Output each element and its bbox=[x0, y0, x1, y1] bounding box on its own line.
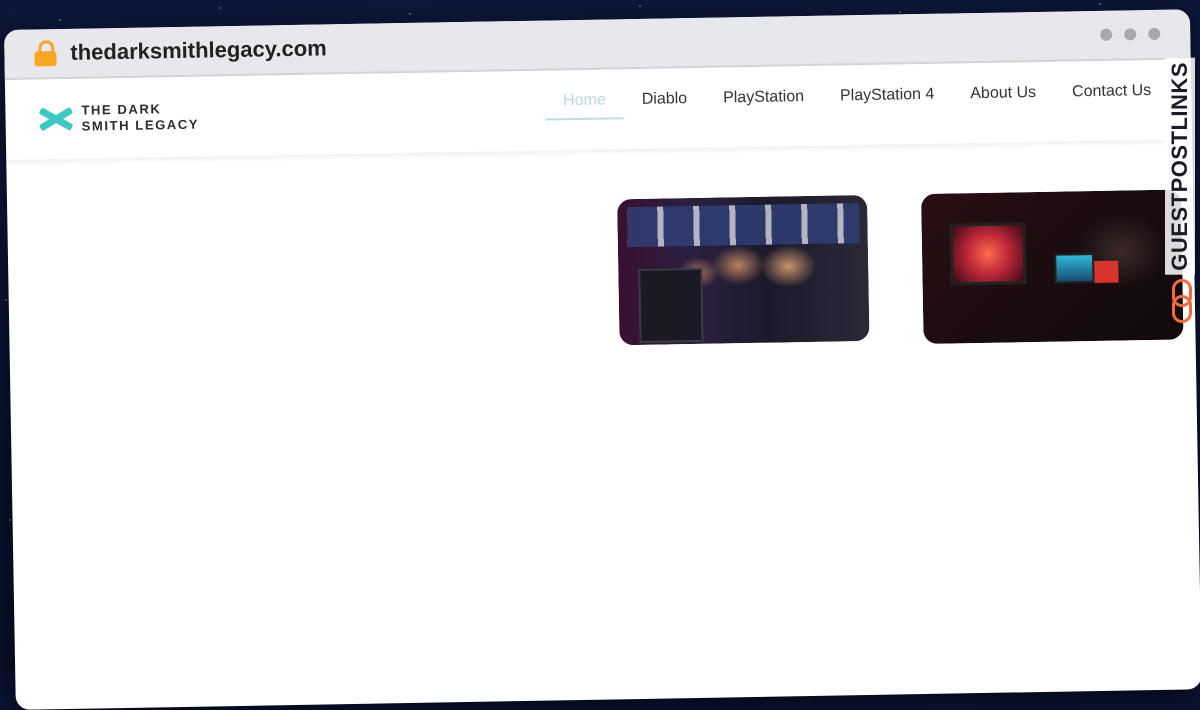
window-control-dot[interactable] bbox=[1100, 28, 1113, 41]
window-controls bbox=[1100, 27, 1161, 41]
window-control-dot[interactable] bbox=[1124, 28, 1137, 41]
guestpostlinks-watermark: GUESTPOSTLINKS bbox=[1165, 58, 1195, 358]
site-logo[interactable]: THE DARK SMITH LEGACY bbox=[37, 99, 199, 138]
asterisk-logo-icon bbox=[37, 101, 74, 138]
nav-item-diablo[interactable]: Diablo bbox=[642, 90, 688, 119]
logo-text: THE DARK SMITH LEGACY bbox=[81, 101, 199, 135]
lock-icon bbox=[34, 40, 57, 67]
nav-item-playstation-4[interactable]: PlayStation 4 bbox=[840, 86, 935, 116]
main-nav: Home Diablo PlayStation PlayStation 4 Ab… bbox=[563, 82, 1152, 120]
nav-item-contact-us[interactable]: Contact Us bbox=[1072, 82, 1152, 111]
watermark-text: GUESTPOSTLINKS bbox=[1165, 58, 1195, 275]
gamer-at-desk-photo[interactable] bbox=[921, 189, 1184, 344]
nav-item-playstation[interactable]: PlayStation bbox=[723, 88, 804, 117]
browser-window: thedarksmithlegacy.com THE DARK SMITH LE… bbox=[4, 9, 1200, 710]
nav-item-home[interactable]: Home bbox=[563, 92, 606, 121]
page-content bbox=[6, 139, 1200, 680]
nav-item-about-us[interactable]: About Us bbox=[970, 84, 1036, 113]
logo-line-2: SMITH LEGACY bbox=[81, 116, 200, 134]
address-bar-url[interactable]: thedarksmithlegacy.com bbox=[70, 35, 327, 65]
gamers-group-photo[interactable] bbox=[617, 194, 870, 346]
chain-link-icon bbox=[1172, 278, 1192, 323]
window-control-dot[interactable] bbox=[1148, 27, 1161, 41]
